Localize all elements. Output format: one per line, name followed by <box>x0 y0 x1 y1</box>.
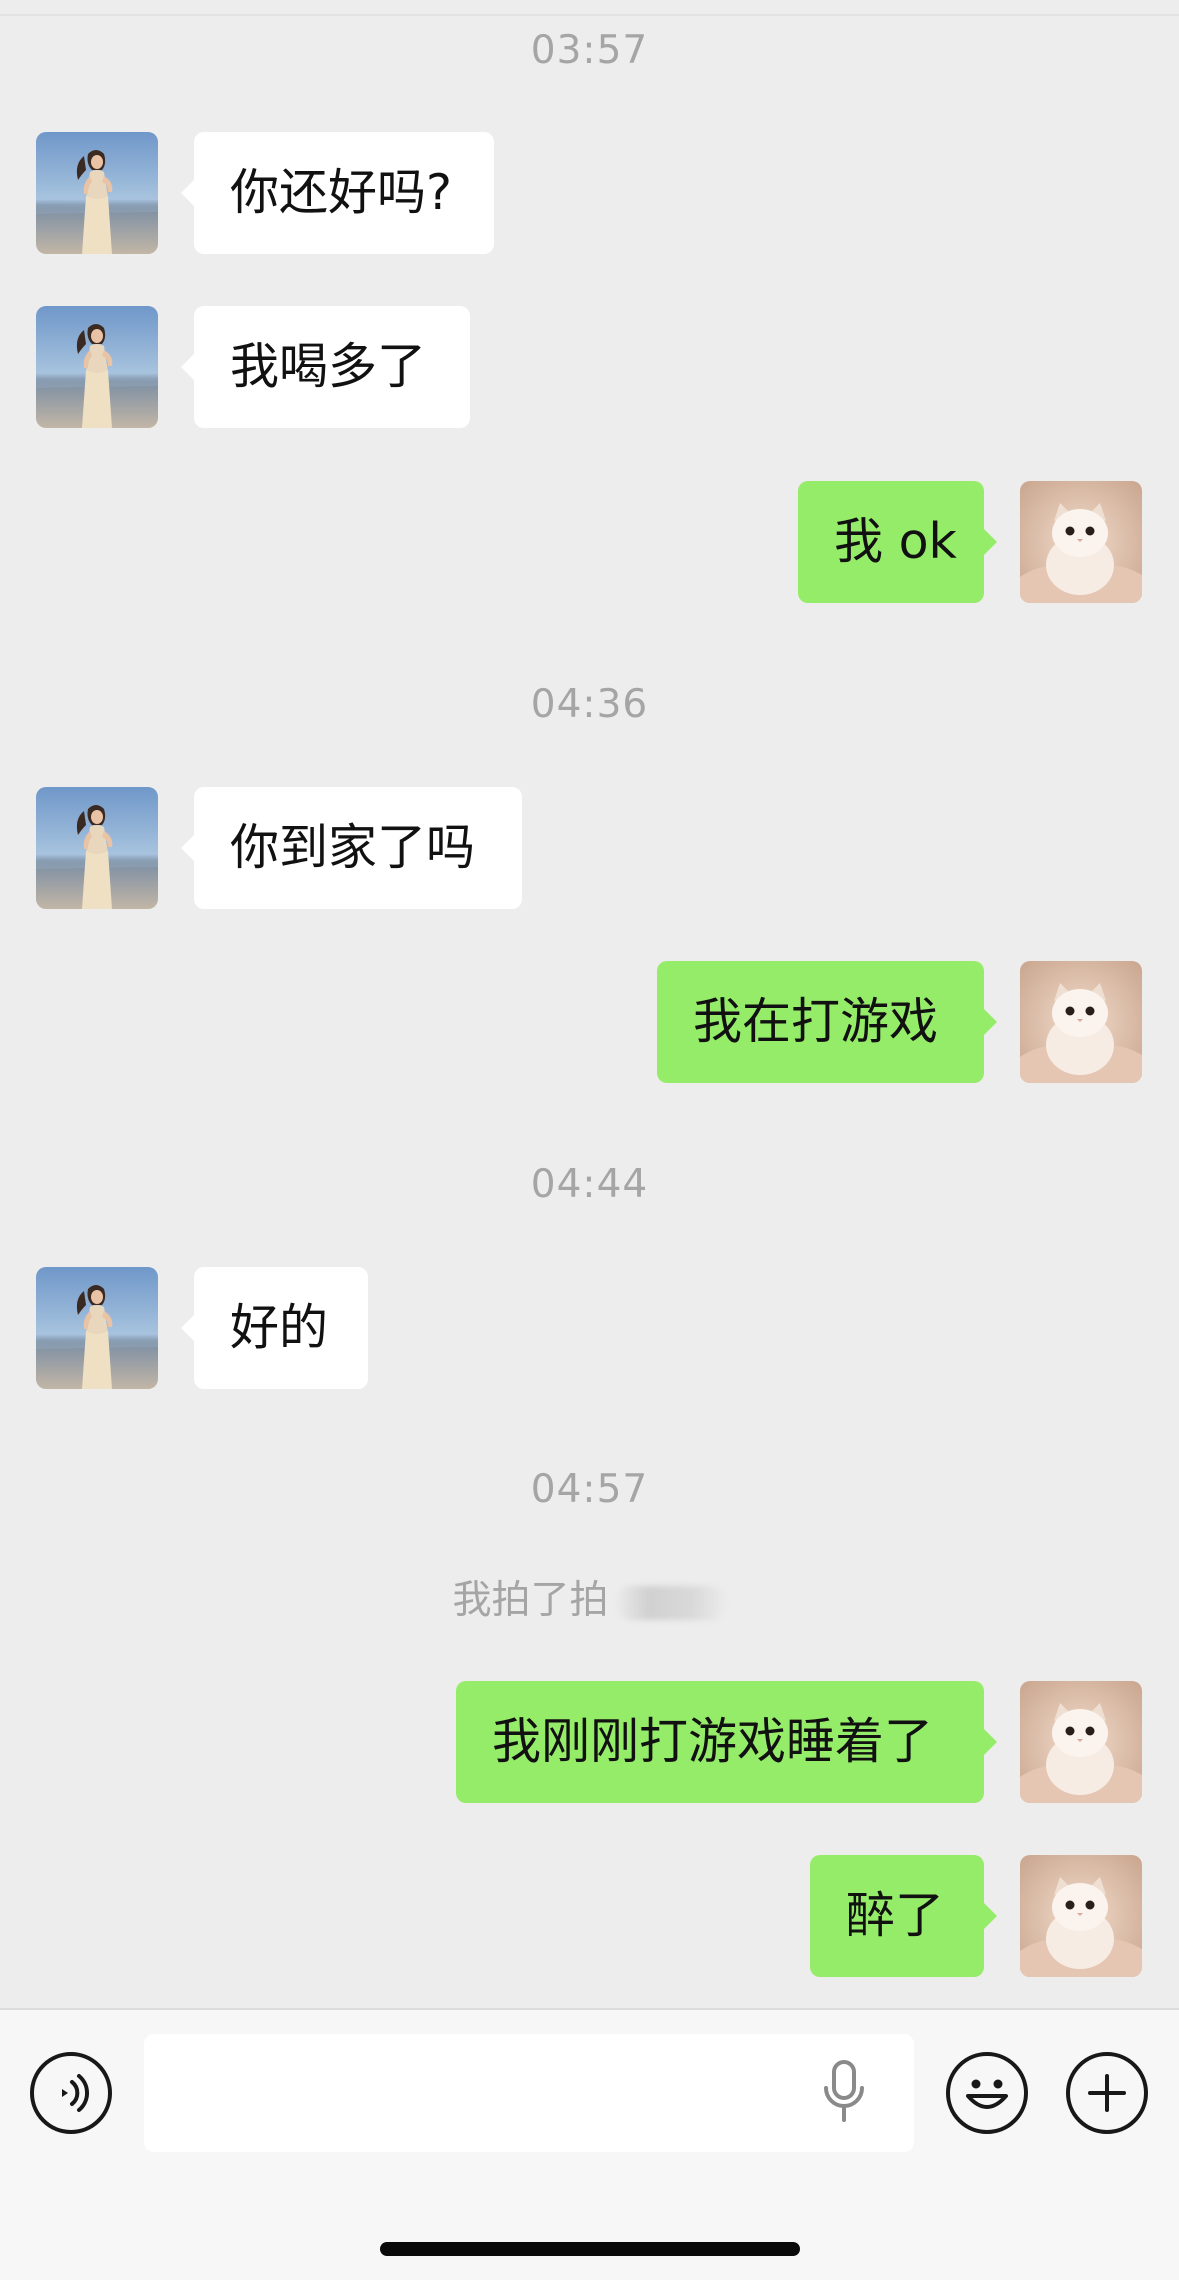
my-avatar-image <box>1020 481 1142 603</box>
my-avatar-image <box>1020 961 1142 1083</box>
plus-button[interactable] <box>1066 2052 1148 2134</box>
contact-avatar-image <box>36 132 158 254</box>
contact-avatar[interactable] <box>36 132 158 254</box>
contact-avatar-image <box>36 306 158 428</box>
message-input[interactable] <box>144 2034 914 2152</box>
pat-text: 我拍了拍 <box>452 1578 609 1623</box>
outgoing-message[interactable]: 我 ok <box>798 481 997 603</box>
my-avatar[interactable] <box>1020 1855 1142 1977</box>
outgoing-message[interactable]: 我在打游戏 <box>657 961 997 1083</box>
contact-avatar[interactable] <box>36 1267 158 1389</box>
emoji-icon <box>966 2079 1008 2109</box>
chat-area[interactable]: 03:57 你还好吗? 我喝多了 我 ok 04:36 你到家了吗 我在打游戏 … <box>0 0 1179 2008</box>
timestamp: 04:44 <box>530 1162 649 1207</box>
pat-system-message: 我拍了拍 <box>0 1569 1179 1625</box>
input-bar <box>0 2008 1179 2280</box>
outgoing-message[interactable]: 醉了 <box>810 1855 997 1977</box>
voice-mode-button[interactable] <box>30 2052 112 2134</box>
my-avatar-image <box>1020 1681 1142 1803</box>
incoming-message[interactable]: 我喝多了 <box>181 306 470 428</box>
outgoing-message[interactable]: 我刚刚打游戏睡着了 <box>456 1681 997 1803</box>
timestamp: 03:57 <box>530 28 649 73</box>
timestamp: 04:57 <box>530 1467 649 1512</box>
plus-icon <box>1088 2074 1126 2112</box>
contact-avatar[interactable] <box>36 306 158 428</box>
my-avatar[interactable] <box>1020 481 1142 603</box>
contact-avatar-image <box>36 787 158 909</box>
contact-avatar[interactable] <box>36 787 158 909</box>
incoming-message[interactable]: 你还好吗? <box>181 132 494 254</box>
incoming-message[interactable]: 好的 <box>181 1267 368 1389</box>
emoji-button[interactable] <box>946 2052 1028 2134</box>
my-avatar[interactable] <box>1020 1681 1142 1803</box>
incoming-message[interactable]: 你到家了吗 <box>181 787 522 909</box>
blurred-name <box>614 1585 727 1620</box>
microphone-icon[interactable] <box>814 2058 874 2128</box>
timestamp: 04:36 <box>530 682 649 727</box>
home-indicator[interactable] <box>380 2242 800 2256</box>
my-avatar-image <box>1020 1855 1142 1977</box>
my-avatar[interactable] <box>1020 961 1142 1083</box>
voice-mode-icon <box>62 2074 90 2112</box>
contact-avatar-image <box>36 1267 158 1389</box>
